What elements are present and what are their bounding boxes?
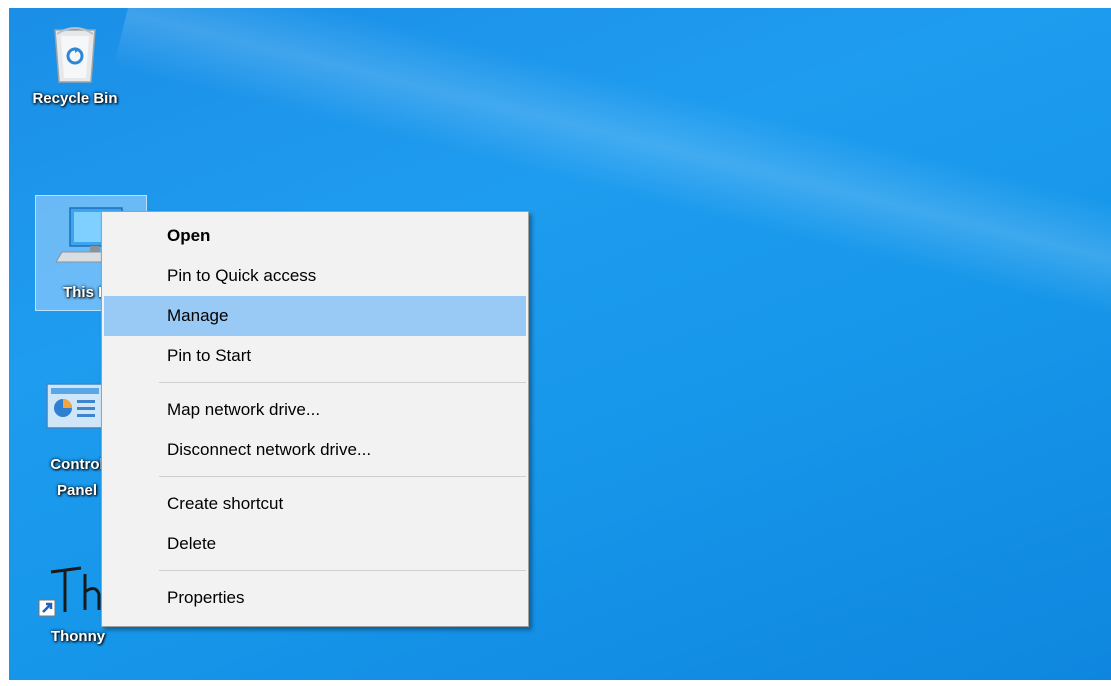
menu-item-delete[interactable]: Delete <box>104 524 526 564</box>
menu-item-pin-to-quick-access[interactable]: Pin to Quick access <box>104 256 526 296</box>
menu-item-create-shortcut[interactable]: Create shortcut <box>104 484 526 524</box>
desktop-icon-label: Recycle Bin <box>32 90 118 107</box>
menu-item-open[interactable]: Open <box>104 216 526 256</box>
menu-item-manage[interactable]: Manage <box>104 296 526 336</box>
menu-item-properties[interactable]: Properties <box>104 578 526 618</box>
menu-separator <box>159 570 526 571</box>
menu-item-pin-to-start[interactable]: Pin to Start <box>104 336 526 376</box>
thonny-icon <box>37 560 107 622</box>
screen-border-left <box>0 0 9 686</box>
context-menu: Open Pin to Quick access Manage Pin to S… <box>101 211 529 627</box>
desktop-icon-recycle-bin[interactable]: Recycle Bin <box>21 22 129 110</box>
recycle-bin-icon <box>47 22 103 88</box>
menu-separator <box>159 382 526 383</box>
screen-border-bottom <box>0 680 1111 686</box>
control-panel-icon <box>45 378 105 434</box>
menu-item-map-network-drive[interactable]: Map network drive... <box>104 390 526 430</box>
menu-separator <box>159 476 526 477</box>
desktop-icon-label: Thonny <box>50 628 106 645</box>
screen-border-top <box>0 0 1111 8</box>
menu-item-disconnect-network-drive[interactable]: Disconnect network drive... <box>104 430 526 470</box>
